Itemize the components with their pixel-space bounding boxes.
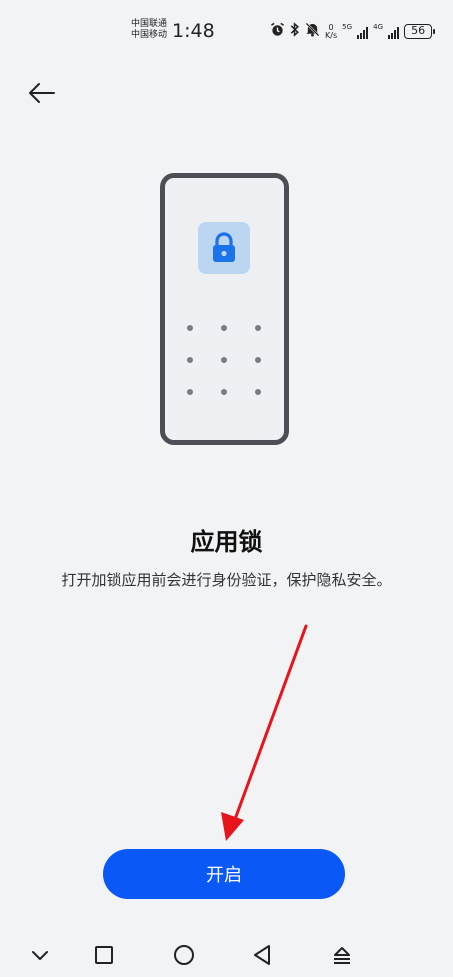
navigation-bar <box>0 935 453 977</box>
pattern-dot <box>221 325 227 331</box>
mute-icon <box>305 22 320 41</box>
net-speed: 0 K/s <box>325 23 338 40</box>
back-arrow-icon <box>26 83 58 114</box>
signal-1-icon: 5G <box>342 22 369 39</box>
phone-illustration <box>160 173 289 445</box>
pattern-dot <box>221 389 227 395</box>
carrier-2: 中国移动 <box>131 30 168 40</box>
dock-icon[interactable] <box>329 942 355 968</box>
back-button[interactable] <box>26 78 58 110</box>
signal-2-icon: 4G <box>373 22 400 39</box>
back-icon[interactable] <box>249 942 275 968</box>
status-bar: 中国联通 中国移动 1:48 0 K/s 5G 4G 56 <box>0 0 453 62</box>
clock: 1:48 <box>172 20 215 42</box>
enable-button[interactable]: 开启 <box>103 849 345 899</box>
recents-icon[interactable] <box>91 942 117 968</box>
pattern-dot <box>187 325 193 331</box>
signal-2-label: 4G <box>373 22 383 31</box>
page-title: 应用锁 <box>190 528 263 556</box>
bluetooth-icon <box>290 22 300 41</box>
collapse-icon[interactable] <box>27 942 53 968</box>
pattern-dot <box>187 357 193 363</box>
pattern-dot <box>255 325 261 331</box>
alarm-icon <box>270 22 285 41</box>
net-speed-unit: K/s <box>325 30 338 40</box>
carrier-info: 中国联通 中国移动 <box>131 19 167 41</box>
signal-1-label: 5G <box>342 22 352 31</box>
pattern-dot <box>221 357 227 363</box>
status-icons: 0 K/s 5G 4G 56 <box>270 22 436 41</box>
pattern-dot <box>255 389 261 395</box>
lock-tile <box>198 222 250 274</box>
annotation-arrow <box>221 624 308 841</box>
pattern-dot <box>187 389 193 395</box>
carrier-1: 中国联通 <box>131 19 168 29</box>
page-description: 打开加锁应用前会进行身份验证，保护隐私安全。 <box>61 571 392 589</box>
battery-indicator: 56 <box>404 24 436 39</box>
home-icon[interactable] <box>171 942 197 968</box>
pattern-dot <box>255 357 261 363</box>
lock-icon <box>198 232 250 278</box>
